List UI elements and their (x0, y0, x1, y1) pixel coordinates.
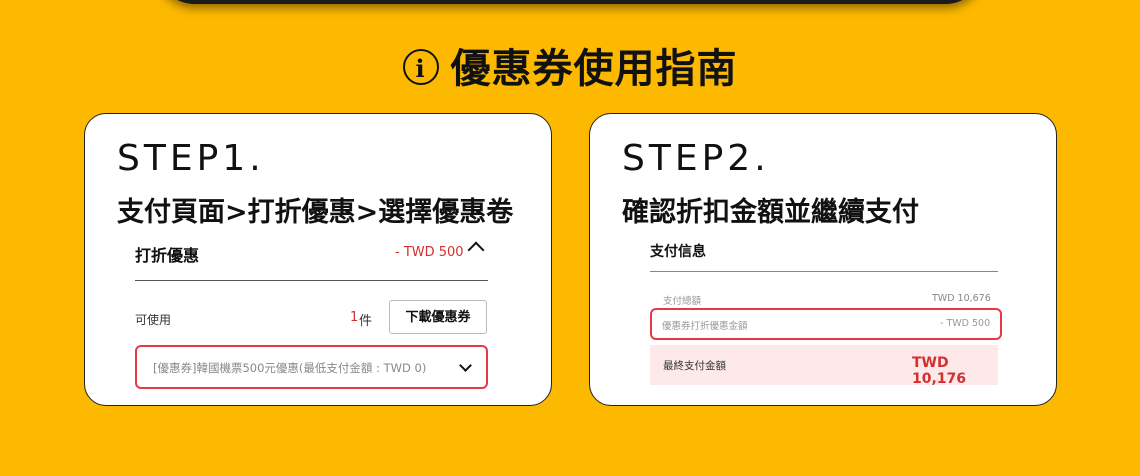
coupon-select[interactable]: [優惠券]韓國機票500元優惠(最低支付金額 : TWD 0) (135, 345, 488, 389)
final-amount-row: 最終支付金額 TWD 10,176 (650, 345, 998, 387)
final-amount-value: TWD 10,176 (912, 355, 967, 387)
download-coupon-button[interactable]: 下載優惠券 (389, 300, 487, 334)
coupon-selected-value: [優惠券]韓國機票500元優惠(最低支付金額 : TWD 0) (153, 361, 427, 375)
step1-subtitle: 支付頁面>打折優惠>選擇優惠卷 (117, 197, 514, 228)
chevron-down-icon (459, 359, 472, 372)
coupon-discount-label: 優惠券打折優惠金額 (662, 321, 748, 332)
step2-label: STEP2. (622, 138, 770, 179)
total-label: 支付總額 (663, 296, 702, 307)
available-label: 可使用 (135, 313, 172, 327)
coupon-discount-row: 優惠券打折優惠金額 - TWD 500 (650, 308, 1002, 340)
step2-card: STEP2. 確認折扣金額並繼續支付 支付信息 支付總額 TWD 10,676 … (589, 113, 1057, 406)
top-banner-edge (155, 0, 985, 4)
discount-heading: 打折優惠 (135, 246, 200, 265)
payment-heading: 支付信息 (650, 244, 706, 260)
available-count: 1 (350, 310, 359, 325)
info-icon: i (402, 49, 439, 85)
section-divider (650, 271, 998, 272)
page-title: 優惠券使用指南 (450, 46, 738, 92)
total-value: TWD 10,676 (932, 293, 991, 304)
final-amount-label: 最終支付金額 (663, 360, 726, 372)
coupon-discount-value: - TWD 500 (940, 318, 991, 329)
step2-subtitle: 確認折扣金額並繼續支付 (622, 197, 919, 228)
page-title-row: i 優惠券使用指南 (0, 36, 1140, 94)
available-unit: 件 (359, 314, 373, 329)
chevron-up-icon[interactable] (467, 241, 485, 259)
step1-card: STEP1. 支付頁面>打折優惠>選擇優惠卷 打折優惠 - TWD 500 可使… (84, 113, 552, 406)
section-divider (135, 280, 488, 281)
step1-label: STEP1. (117, 138, 265, 179)
discount-amount: - TWD 500 (395, 245, 464, 260)
